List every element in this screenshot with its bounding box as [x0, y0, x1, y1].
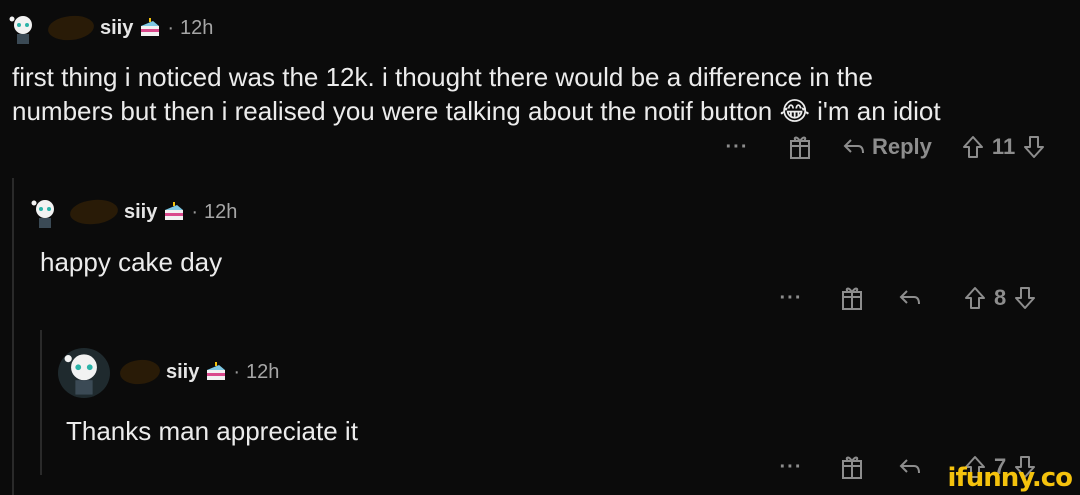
username-link[interactable]: siiy — [100, 17, 133, 40]
comment-actions: ··· 8 — [776, 285, 1036, 311]
timestamp: 12h — [204, 200, 238, 223]
thread-line-2[interactable] — [40, 330, 42, 475]
redacted-scribble — [118, 357, 162, 387]
username-link[interactable]: siiy — [124, 201, 157, 224]
separator-dot: · — [167, 16, 175, 39]
more-options-button[interactable]: ··· — [776, 456, 806, 479]
timestamp: 12h — [246, 360, 280, 383]
laughing-emoji: 😂 — [779, 96, 810, 126]
award-icon[interactable] — [840, 285, 864, 311]
downvote-icon[interactable] — [1014, 286, 1036, 310]
downvote-icon[interactable] — [1023, 135, 1045, 159]
reply-label[interactable]: Reply — [872, 134, 932, 160]
reply-icon[interactable] — [898, 288, 922, 308]
comment-body-text-end: i'm an idiot — [817, 96, 941, 126]
redacted-scribble — [68, 197, 120, 227]
upvote-icon[interactable] — [962, 135, 984, 159]
username-link[interactable]: siiy — [166, 361, 199, 384]
comment-body-line-2: numbers but then i realised you were tal… — [12, 94, 941, 128]
reply-icon — [843, 139, 864, 154]
upvote-icon[interactable] — [964, 286, 986, 310]
comment-actions: ··· Reply 11 — [722, 134, 1045, 160]
comment-body-text: numbers but then i realised you were tal… — [12, 96, 773, 126]
vote-count: 8 — [994, 285, 1007, 310]
avatar-icon[interactable] — [28, 196, 62, 230]
timestamp: 12h — [180, 16, 214, 39]
comment-body: Thanks man appreciate it — [66, 416, 358, 446]
cake-day-icon — [141, 18, 160, 36]
comment-body: happy cake day — [40, 247, 223, 277]
comment-meta: siiy · 12h — [68, 197, 238, 227]
cake-day-icon — [207, 362, 226, 380]
reply-button[interactable]: Reply — [842, 134, 932, 160]
award-icon[interactable] — [840, 455, 864, 479]
cake-day-icon — [165, 202, 184, 220]
avatar-icon[interactable] — [6, 12, 40, 46]
reply-icon[interactable] — [898, 457, 922, 477]
separator-dot: · — [233, 360, 241, 383]
avatar-icon[interactable] — [58, 348, 110, 398]
thread-line-1[interactable] — [12, 178, 14, 495]
comment-meta: siiy · 12h — [118, 357, 280, 387]
more-options-button[interactable]: ··· — [776, 287, 806, 310]
comment-body-line-1: first thing i noticed was the 12k. i tho… — [12, 62, 873, 92]
more-options-button[interactable]: ··· — [722, 136, 752, 159]
redacted-scribble — [46, 13, 96, 43]
award-icon[interactable] — [788, 134, 812, 160]
vote-count: 11 — [991, 134, 1016, 159]
comment-body: first thing i noticed was the 12k. i tho… — [12, 60, 941, 128]
comment-meta: siiy · 12h — [46, 13, 214, 43]
separator-dot: · — [191, 200, 199, 223]
watermark-logo: ifunny.co — [947, 463, 1073, 493]
